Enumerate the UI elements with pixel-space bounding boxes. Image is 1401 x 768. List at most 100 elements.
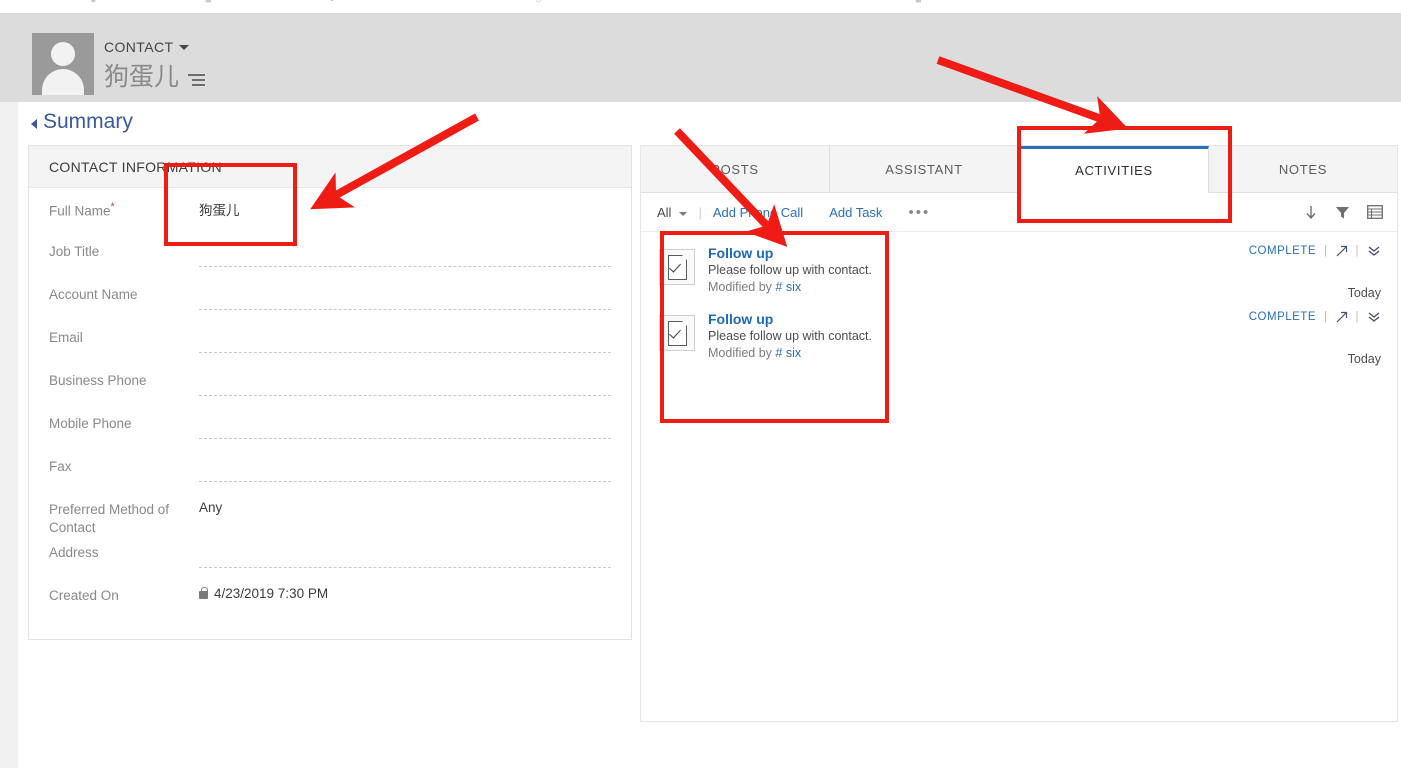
ribbon-ghost-icon: ▪ (330, 0, 334, 6)
contact-field-row: Mobile Phone (49, 413, 615, 456)
double-chevron-down-icon[interactable] (1367, 245, 1381, 257)
activity-description: Please follow up with contact. (708, 329, 872, 343)
contact-field-list: Full Name* 狗蛋儿 Job Title Account Name Email B… (29, 188, 631, 628)
activity-timestamp: Today (1347, 352, 1381, 366)
field-value-text: Any (199, 500, 223, 515)
open-record-icon[interactable] (1336, 311, 1348, 323)
field-value[interactable] (199, 417, 611, 439)
field-value[interactable] (199, 245, 611, 267)
task-document-check-icon (659, 315, 695, 351)
activity-description: Please follow up with contact. (708, 263, 872, 277)
field-label: Email (49, 330, 83, 345)
activity-title[interactable]: Follow up (708, 245, 1231, 261)
tab-label: NOTES (1278, 161, 1328, 177)
activity-actions: COMPLETE | | Today (1231, 311, 1381, 366)
contact-field-row: Address (49, 542, 615, 585)
activity-title[interactable]: Follow up (708, 311, 1231, 327)
tab-label: ACTIVITIES (1075, 163, 1153, 178)
double-chevron-down-icon[interactable] (1367, 311, 1381, 323)
avatar[interactable] (32, 33, 94, 95)
action-separator: | (1324, 245, 1328, 257)
activity-list: Follow up Please follow up with contact. M… (641, 232, 1397, 368)
lock-icon (199, 587, 208, 599)
contact-field-row: Created On 4/23/2019 7:30 PM (49, 585, 615, 628)
avatar-head-shape (51, 42, 75, 66)
cut-off-ribbon-strip: ● ■ ▪ ○ ■ (0, 0, 1401, 12)
activity-main: Follow up Please follow up with contact. M… (708, 245, 1231, 294)
contact-field-row: Business Phone (49, 370, 615, 413)
contact-field-row: Fax (49, 456, 615, 499)
field-label: Created On (49, 588, 119, 603)
page-title: 狗蛋儿 (104, 63, 206, 92)
ellipsis-icon[interactable]: ••• (908, 204, 930, 221)
activities-toolbar: All | Add Phone Call Add Task ••• (641, 193, 1397, 232)
summary-section-header[interactable]: Summary (31, 110, 133, 134)
field-value[interactable]: Any (199, 499, 615, 520)
left-scroll-rail[interactable] (0, 102, 18, 768)
caret-down-icon[interactable] (679, 211, 688, 216)
avatar-body-shape (42, 69, 84, 95)
tab-label: POSTS (711, 161, 759, 177)
entity-type-selector[interactable]: CONTACT (104, 39, 190, 55)
field-value-text: 4/23/2019 7:30 PM (214, 586, 329, 601)
field-value[interactable] (199, 460, 611, 482)
sort-descending-arrow-icon[interactable] (1304, 205, 1318, 220)
action-separator: | (1355, 311, 1359, 323)
action-separator: | (1324, 311, 1328, 323)
activity-actions: COMPLETE | | Today (1231, 245, 1381, 300)
activity-filter-label[interactable]: All (657, 205, 671, 220)
grid-view-icon[interactable] (1367, 205, 1383, 219)
panel-tabs: POSTS ASSISTANT ACTIVITIES NOTES (641, 146, 1397, 193)
modified-by-user-link[interactable]: # six (775, 280, 801, 294)
contact-field-row: Job Title (49, 241, 615, 284)
funnel-filter-icon[interactable] (1335, 205, 1350, 220)
contact-field-row: Account Name (49, 284, 615, 327)
complete-button[interactable]: COMPLETE (1249, 311, 1316, 323)
form-content-area: Summary CONTACT INFORMATION Full Name* 狗蛋… (18, 102, 1401, 768)
modified-by-label: Modified by (708, 280, 772, 294)
modified-by-user-link[interactable]: # six (775, 346, 801, 360)
tab-assistant[interactable]: ASSISTANT (830, 146, 1019, 192)
contact-field-row: Preferred Method of Contact Any (49, 499, 615, 542)
add-phone-call-button[interactable]: Add Phone Call (713, 205, 803, 220)
field-label: Fax (49, 459, 72, 474)
contact-field-row: Full Name* 狗蛋儿 (49, 198, 615, 241)
tab-posts[interactable]: POSTS (641, 146, 830, 192)
contact-field-row: Email (49, 327, 615, 370)
related-records-panel: POSTS ASSISTANT ACTIVITIES NOTES All | Add … (640, 145, 1398, 722)
contact-information-title: CONTACT INFORMATION (29, 146, 631, 188)
activity-item[interactable]: Follow up Please follow up with contact. M… (641, 302, 1397, 368)
record-header: CONTACT 狗蛋儿 (0, 13, 1401, 102)
field-label: Preferred Method of Contact (49, 502, 170, 536)
tab-notes[interactable]: NOTES (1209, 146, 1397, 192)
activity-modified-by: Modified by # six (708, 346, 1231, 360)
tab-label: ASSISTANT (885, 161, 963, 177)
caret-down-icon (179, 44, 190, 50)
field-label: Job Title (49, 244, 100, 259)
required-marker: * (110, 201, 115, 213)
tab-activities[interactable]: ACTIVITIES (1019, 146, 1209, 193)
field-value[interactable] (199, 331, 611, 353)
record-set-list-icon[interactable] (188, 73, 206, 87)
ribbon-ghost-icon: ■ (915, 0, 922, 6)
field-label: Mobile Phone (49, 416, 132, 431)
activity-item[interactable]: Follow up Please follow up with contact. M… (641, 236, 1397, 302)
field-value-text: 狗蛋儿 (199, 203, 240, 218)
modified-by-label: Modified by (708, 346, 772, 360)
record-title-text: 狗蛋儿 (104, 63, 180, 91)
field-label: Account Name (49, 287, 138, 302)
complete-button[interactable]: COMPLETE (1249, 245, 1316, 257)
field-label: Business Phone (49, 373, 147, 388)
toolbar-separator: | (698, 204, 702, 220)
field-value[interactable]: 狗蛋儿 (199, 198, 615, 219)
field-value[interactable] (199, 288, 611, 310)
field-value[interactable] (199, 374, 611, 396)
field-value[interactable] (199, 546, 611, 568)
field-value[interactable]: 4/23/2019 7:30 PM (199, 585, 615, 606)
action-separator: | (1355, 245, 1359, 257)
open-record-icon[interactable] (1336, 245, 1348, 257)
summary-label: Summary (43, 110, 133, 133)
activity-timestamp: Today (1347, 286, 1381, 300)
triangle-collapse-icon (31, 119, 37, 129)
add-task-button[interactable]: Add Task (829, 205, 882, 220)
